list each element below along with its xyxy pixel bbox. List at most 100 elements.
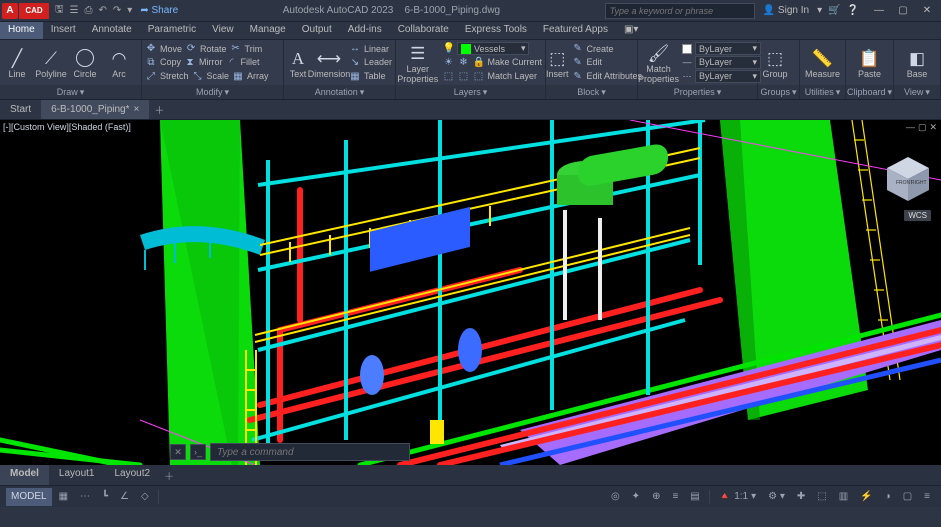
qat-undo-icon[interactable]: ↶	[99, 5, 107, 16]
viewport-minimize-icon[interactable]: —	[906, 122, 915, 133]
edit-icon[interactable]: ✎	[572, 57, 584, 68]
paste-button[interactable]: 📋Paste	[846, 40, 893, 85]
copy-button[interactable]: Copy	[160, 57, 181, 67]
tab-output[interactable]: Output	[294, 22, 340, 39]
annotation-monitor-icon[interactable]: ✚	[792, 488, 810, 506]
line-button[interactable]: ╱Line	[0, 40, 34, 85]
tab-annotate[interactable]: Annotate	[84, 22, 140, 39]
scale-button[interactable]: Scale	[207, 71, 230, 81]
view-cube[interactable]: FRONT RIGHT	[883, 154, 933, 204]
polar-toggle-icon[interactable]: ∠	[115, 488, 134, 506]
fillet-icon[interactable]: ◜	[226, 57, 238, 68]
group-button[interactable]: ⬚Group	[758, 40, 792, 85]
qat-print-icon[interactable]: ⎙	[85, 5, 93, 16]
match-properties-button[interactable]: 🖌Match Properties	[638, 40, 679, 85]
table-icon[interactable]: ▦	[349, 71, 361, 82]
mirror-icon[interactable]: ⧗	[184, 57, 196, 68]
grid-toggle-icon[interactable]: ▦	[54, 488, 73, 506]
stretch-button[interactable]: Stretch	[160, 71, 189, 81]
dyninput-toggle-icon[interactable]: ⊕	[647, 488, 665, 506]
viewport-maximize-icon[interactable]: ▢	[918, 122, 927, 133]
circle-button[interactable]: Circle	[68, 40, 102, 85]
edit-attr-icon[interactable]: ✎	[572, 71, 584, 82]
table-button[interactable]: Table	[364, 71, 386, 81]
trim-icon[interactable]: ✂	[230, 43, 242, 54]
linear-icon[interactable]: ↔	[349, 43, 361, 54]
color-select[interactable]: ByLayer▾	[695, 42, 761, 55]
layout1-tab[interactable]: Layout1	[49, 465, 105, 485]
lineweight-select[interactable]: ByLayer▾	[695, 56, 761, 69]
arc-button[interactable]: ◠Arc	[102, 40, 136, 85]
move-icon[interactable]: ✥	[145, 43, 157, 54]
model-viewport[interactable]: [-][Custom View][Shaded (Fast)] — ▢ ✕	[0, 120, 941, 465]
match-layer-button[interactable]: Match Layer	[487, 71, 537, 81]
add-layout-button[interactable]: ＋	[160, 465, 178, 485]
cmd-close-icon[interactable]: ✕	[170, 444, 186, 460]
stretch-icon[interactable]: ⤢	[145, 71, 157, 82]
measure-button[interactable]: 📏Measure	[800, 40, 845, 85]
cmd-chevron-icon[interactable]: ›_	[190, 444, 206, 460]
tab-express-tools[interactable]: Express Tools	[457, 22, 535, 39]
ortho-toggle-icon[interactable]: ┗	[97, 488, 113, 506]
qat-redo-icon[interactable]: ↷	[113, 5, 121, 16]
command-input[interactable]	[210, 443, 410, 461]
annoscale-icon[interactable]: 🔺 1:1 ▾	[714, 488, 761, 506]
help-search-input[interactable]	[605, 3, 755, 19]
wcs-badge[interactable]: WCS	[904, 210, 931, 221]
osnap-toggle-icon[interactable]: ◎	[606, 488, 625, 506]
tab-insert[interactable]: Insert	[43, 22, 84, 39]
polyline-button[interactable]: ⟋Polyline	[34, 40, 68, 85]
layer-tool-icon[interactable]: ☀	[442, 57, 454, 68]
tab-featured-apps[interactable]: Featured Apps	[535, 22, 616, 39]
linear-button[interactable]: Linear	[364, 44, 389, 54]
create-block-button[interactable]: Create	[587, 44, 614, 54]
model-tab[interactable]: Model	[0, 465, 49, 485]
customize-status-icon[interactable]: ≡	[919, 488, 935, 506]
window-maximize-button[interactable]: ▢	[891, 1, 915, 21]
rotate-icon[interactable]: ⟳	[185, 43, 197, 54]
tab-home[interactable]: Home	[0, 22, 43, 39]
quickprops-icon[interactable]: ▥	[834, 488, 853, 506]
new-tab-button[interactable]: ＋	[149, 100, 169, 119]
make-current-button[interactable]: Make Current	[487, 57, 542, 67]
lineweight-toggle-icon[interactable]: ≡	[667, 488, 683, 506]
tab-parametric[interactable]: Parametric	[140, 22, 204, 39]
tab-addins[interactable]: Add-ins	[340, 22, 390, 39]
workspace-icon[interactable]: ⚙ ▾	[763, 488, 790, 506]
3dosnap-toggle-icon[interactable]: ✦	[627, 488, 645, 506]
scale-icon[interactable]: ⤡	[192, 71, 204, 82]
mirror-button[interactable]: Mirror	[199, 57, 223, 67]
edit-block-button[interactable]: Edit	[587, 57, 603, 67]
layer-properties-button[interactable]: ☰Layer Properties	[396, 40, 439, 85]
leader-icon[interactable]: ↘	[349, 57, 361, 68]
start-tab[interactable]: Start	[0, 100, 41, 119]
close-tab-icon[interactable]: ×	[134, 104, 140, 115]
snap-toggle-icon[interactable]: ⋯	[75, 488, 95, 506]
tab-collaborate[interactable]: Collaborate	[390, 22, 457, 39]
app-store-icon[interactable]: 🛒	[828, 5, 840, 16]
trim-button[interactable]: Trim	[245, 44, 263, 54]
array-icon[interactable]: ▦	[232, 71, 244, 82]
viewport-close-icon[interactable]: ✕	[929, 122, 937, 133]
layer-match-icon[interactable]: ⬚	[442, 71, 454, 82]
leader-button[interactable]: Leader	[364, 57, 392, 67]
tab-manage[interactable]: Manage	[242, 22, 294, 39]
base-view-button[interactable]: ◧Base	[894, 40, 940, 85]
drawing-tab[interactable]: 6-B-1000_Piping*×	[41, 100, 149, 119]
help-icon[interactable]: ❔	[847, 5, 859, 16]
units-icon[interactable]: ⬚	[812, 488, 831, 506]
cart-icon[interactable]: ▾	[817, 5, 822, 16]
cleanscreen-icon[interactable]: ▢	[898, 488, 917, 506]
tab-view[interactable]: View	[204, 22, 242, 39]
create-icon[interactable]: ✎	[572, 43, 584, 54]
window-minimize-button[interactable]: —	[867, 1, 891, 21]
dimension-button[interactable]: ⟷Dimension	[312, 40, 346, 85]
layer-select[interactable]: Vessels▾	[457, 42, 529, 55]
viewport-label[interactable]: [-][Custom View][Shaded (Fast)]	[3, 122, 131, 132]
hardware-accel-icon[interactable]: ⚡	[855, 488, 877, 506]
transparency-toggle-icon[interactable]: ▤	[685, 488, 704, 506]
layout2-tab[interactable]: Layout2	[104, 465, 160, 485]
linetype-select[interactable]: ByLayer▾	[695, 70, 761, 83]
qat-dropdown-icon[interactable]: ▾	[127, 5, 132, 16]
qat-open-icon[interactable]: ☰	[70, 5, 79, 16]
